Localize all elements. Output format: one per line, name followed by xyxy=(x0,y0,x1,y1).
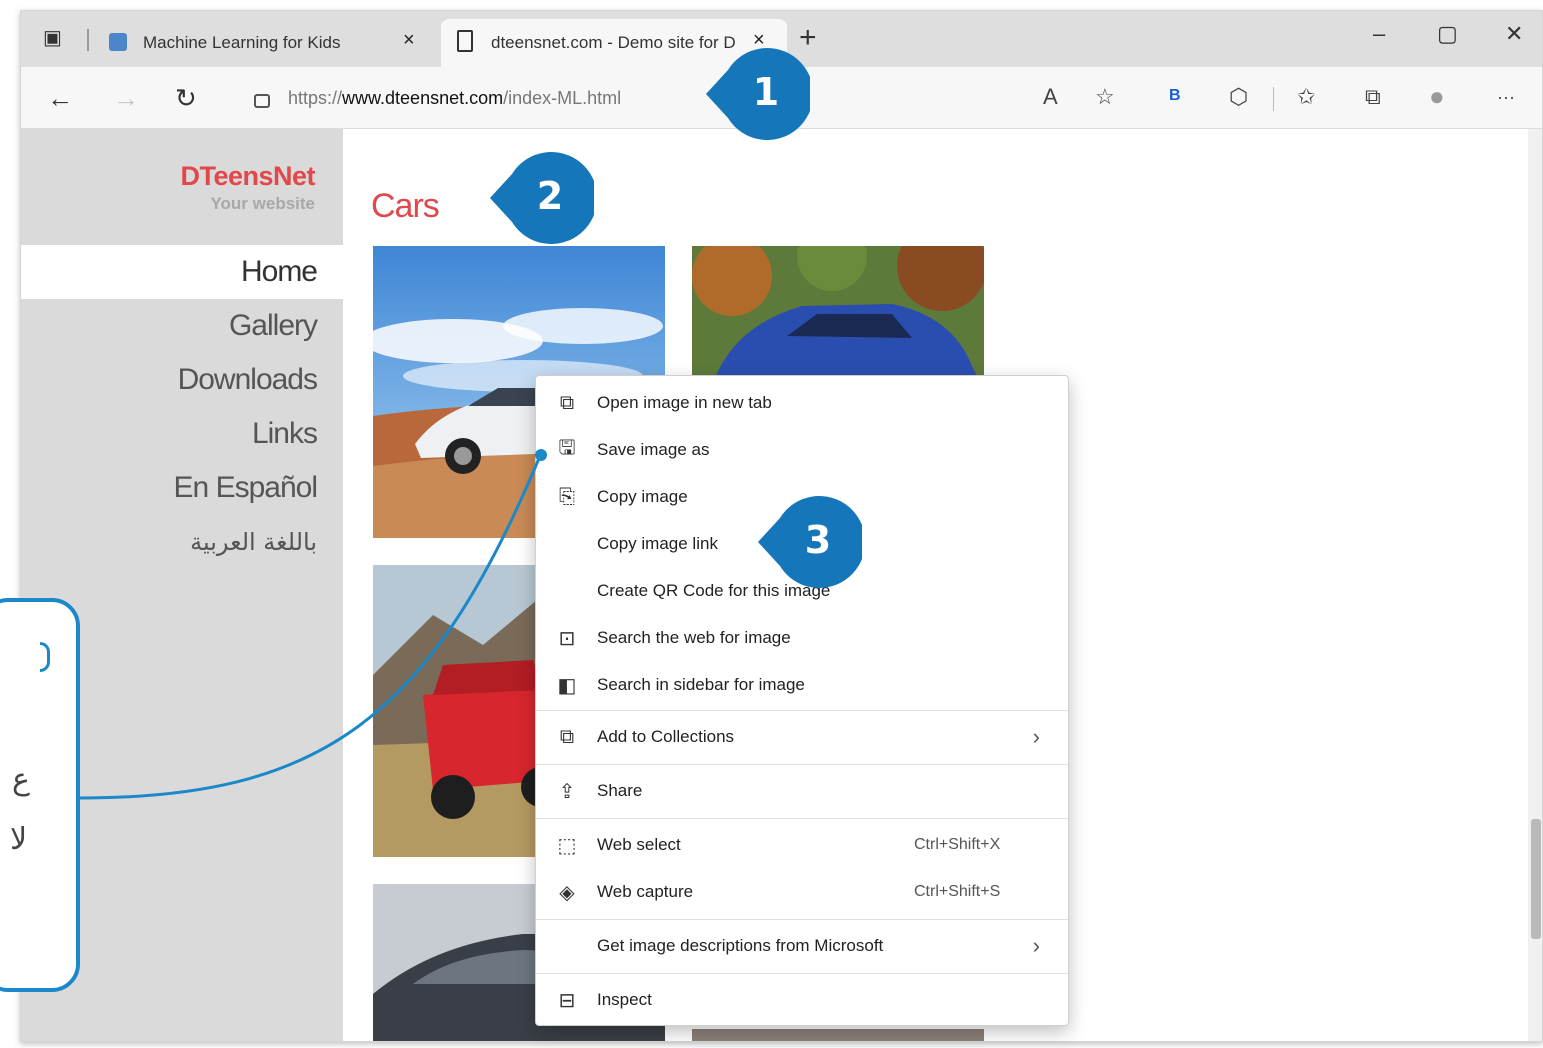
callout-number: 2 xyxy=(536,174,564,218)
callout-badge-2: 2 xyxy=(490,150,598,246)
callout-number: 3 xyxy=(804,518,832,562)
callout-number: 1 xyxy=(752,70,780,114)
screenshot: ▣ Machine Learning for Kids × dteensnet.… xyxy=(0,0,1543,1048)
callout-badge-1: 1 xyxy=(706,46,814,142)
callout-badge-3: 3 xyxy=(758,494,866,590)
